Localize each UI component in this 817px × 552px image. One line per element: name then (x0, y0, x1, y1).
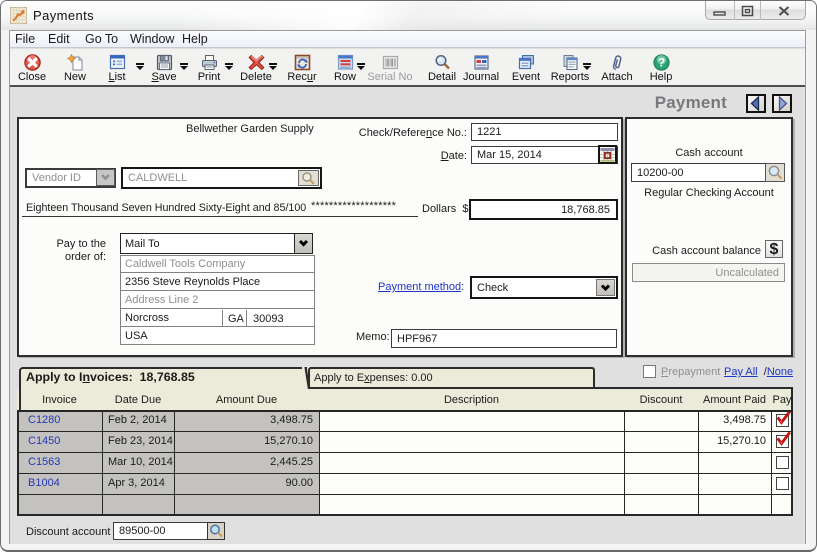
svg-text:?: ? (657, 56, 664, 70)
